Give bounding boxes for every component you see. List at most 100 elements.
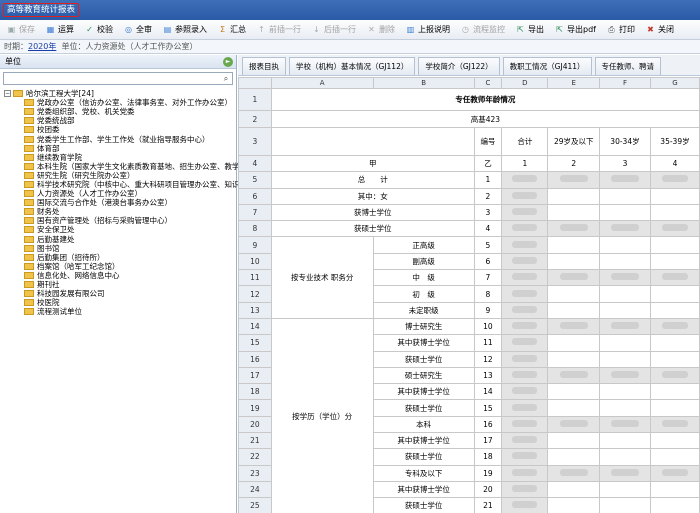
tree-item[interactable]: 党委统战部 xyxy=(4,116,236,125)
data-cell[interactable] xyxy=(599,480,651,499)
tree-item[interactable]: 体育部 xyxy=(4,144,236,153)
insert-before-button[interactable]: ↑ 前插一行 xyxy=(253,22,304,38)
export-button[interactable]: ⇱ 导出 xyxy=(512,22,547,38)
data-cell[interactable] xyxy=(547,480,600,499)
row-header[interactable]: 18 xyxy=(238,383,272,401)
tree-item[interactable]: 期刊社 xyxy=(4,280,236,289)
row-header[interactable]: 16 xyxy=(238,350,272,368)
data-cell[interactable] xyxy=(547,464,600,482)
data-cell[interactable] xyxy=(649,334,700,352)
row-header[interactable]: 3 xyxy=(238,127,272,156)
report-tab[interactable]: 专任教师、聘请 xyxy=(594,57,662,75)
row-header[interactable]: 14 xyxy=(238,317,272,336)
data-cell[interactable] xyxy=(599,187,651,205)
data-cell[interactable] xyxy=(649,464,700,482)
data-cell[interactable] xyxy=(547,252,600,271)
reference-entry-button[interactable]: ▤ 参照录入 xyxy=(159,22,210,38)
data-cell[interactable] xyxy=(649,269,700,287)
data-cell[interactable] xyxy=(501,252,549,271)
row-header[interactable]: 21 xyxy=(238,432,272,450)
row-header[interactable]: 20 xyxy=(238,415,272,434)
data-cell[interactable] xyxy=(501,366,549,385)
tree-item[interactable]: 国际交流与合作处（港澳台事务办公室） xyxy=(4,198,236,207)
data-cell[interactable] xyxy=(547,187,600,205)
data-cell[interactable] xyxy=(599,252,651,271)
tree-item[interactable]: 安全保卫处 xyxy=(4,225,236,234)
tree-item[interactable]: 校团委 xyxy=(4,125,236,134)
data-cell[interactable] xyxy=(599,464,651,482)
data-cell[interactable] xyxy=(501,171,549,189)
data-cell[interactable] xyxy=(599,350,651,368)
data-cell[interactable] xyxy=(501,399,549,417)
tree-item[interactable]: 人力资源处（人才工作办公室） xyxy=(4,189,236,198)
col-header[interactable]: G xyxy=(649,77,700,89)
data-cell[interactable] xyxy=(649,252,700,271)
data-cell[interactable] xyxy=(501,350,549,368)
tree-item[interactable]: 财务处 xyxy=(4,207,236,216)
data-cell[interactable] xyxy=(649,285,700,303)
data-cell[interactable] xyxy=(649,171,700,189)
data-cell[interactable] xyxy=(599,269,651,287)
tree-item[interactable]: 校医院 xyxy=(4,298,236,307)
data-cell[interactable] xyxy=(599,317,651,336)
data-cell[interactable] xyxy=(547,448,600,466)
unit-search-box[interactable]: ⌕ xyxy=(3,72,233,85)
data-cell[interactable] xyxy=(547,415,600,434)
data-cell[interactable] xyxy=(547,285,600,303)
data-cell[interactable] xyxy=(649,187,700,205)
data-cell[interactable] xyxy=(599,415,651,434)
data-cell[interactable] xyxy=(547,366,600,385)
data-cell[interactable] xyxy=(649,203,700,222)
data-cell[interactable] xyxy=(599,334,651,352)
data-cell[interactable] xyxy=(547,317,600,336)
row-header[interactable]: 6 xyxy=(238,187,272,205)
process-monitor-button[interactable]: ◷ 流程监控 xyxy=(457,22,508,38)
review-all-button[interactable]: ◎ 全审 xyxy=(120,22,155,38)
data-cell[interactable] xyxy=(501,383,549,401)
report-tab[interactable]: 学校（机构）基本情况（GJ112） xyxy=(289,57,416,75)
tree-item[interactable]: 图书馆 xyxy=(4,244,236,253)
tree-item[interactable]: 科学技术研究院（中核中心、重大科研项目管理办公室、知识 xyxy=(4,180,240,189)
data-cell[interactable] xyxy=(599,383,651,401)
row-header[interactable]: 10 xyxy=(238,252,272,271)
data-cell[interactable] xyxy=(501,432,549,450)
row-header[interactable]: 4 xyxy=(238,154,272,173)
save-button[interactable]: ▣ 保存 xyxy=(3,22,38,38)
data-cell[interactable] xyxy=(649,383,700,401)
period-link[interactable]: 2020年 xyxy=(28,42,56,51)
row-header[interactable]: 12 xyxy=(238,285,272,303)
data-cell[interactable] xyxy=(547,432,600,450)
row-header[interactable]: 19 xyxy=(238,399,272,417)
data-cell[interactable] xyxy=(649,301,700,319)
data-cell[interactable] xyxy=(501,220,549,238)
data-cell[interactable] xyxy=(599,285,651,303)
data-cell[interactable] xyxy=(649,432,700,450)
tree-item[interactable]: 流程测试单位 xyxy=(4,307,236,316)
data-cell[interactable] xyxy=(599,432,651,450)
check-button[interactable]: ✓ 校验 xyxy=(81,22,116,38)
data-cell[interactable] xyxy=(501,497,549,513)
tree-item[interactable]: 党委组织部、党校、机关党委 xyxy=(4,107,236,116)
tree-item[interactable]: 科技园发展有限公司 xyxy=(4,289,236,298)
data-cell[interactable] xyxy=(547,383,600,401)
row-header[interactable]: 9 xyxy=(238,236,272,254)
delete-button[interactable]: ✕ 删除 xyxy=(363,22,398,38)
data-cell[interactable] xyxy=(501,317,549,336)
row-header[interactable]: 13 xyxy=(238,301,272,319)
row-header[interactable]: 8 xyxy=(238,220,272,238)
data-cell[interactable] xyxy=(599,399,651,417)
data-cell[interactable] xyxy=(649,317,700,336)
data-cell[interactable] xyxy=(501,285,549,303)
data-cell[interactable] xyxy=(547,269,600,287)
data-cell[interactable] xyxy=(599,171,651,189)
data-cell[interactable] xyxy=(649,497,700,513)
calculate-button[interactable]: ▦ 运算 xyxy=(42,22,77,38)
data-cell[interactable] xyxy=(501,448,549,466)
data-cell[interactable] xyxy=(599,448,651,466)
row-header[interactable]: 1 xyxy=(238,88,272,111)
data-cell[interactable] xyxy=(649,366,700,385)
tree-item[interactable]: 党政办公室（信访办公室、法律事务室、对外工作办公室） xyxy=(4,98,236,107)
data-cell[interactable] xyxy=(649,236,700,254)
col-header[interactable]: D xyxy=(501,77,549,89)
row-header[interactable]: 15 xyxy=(238,334,272,352)
